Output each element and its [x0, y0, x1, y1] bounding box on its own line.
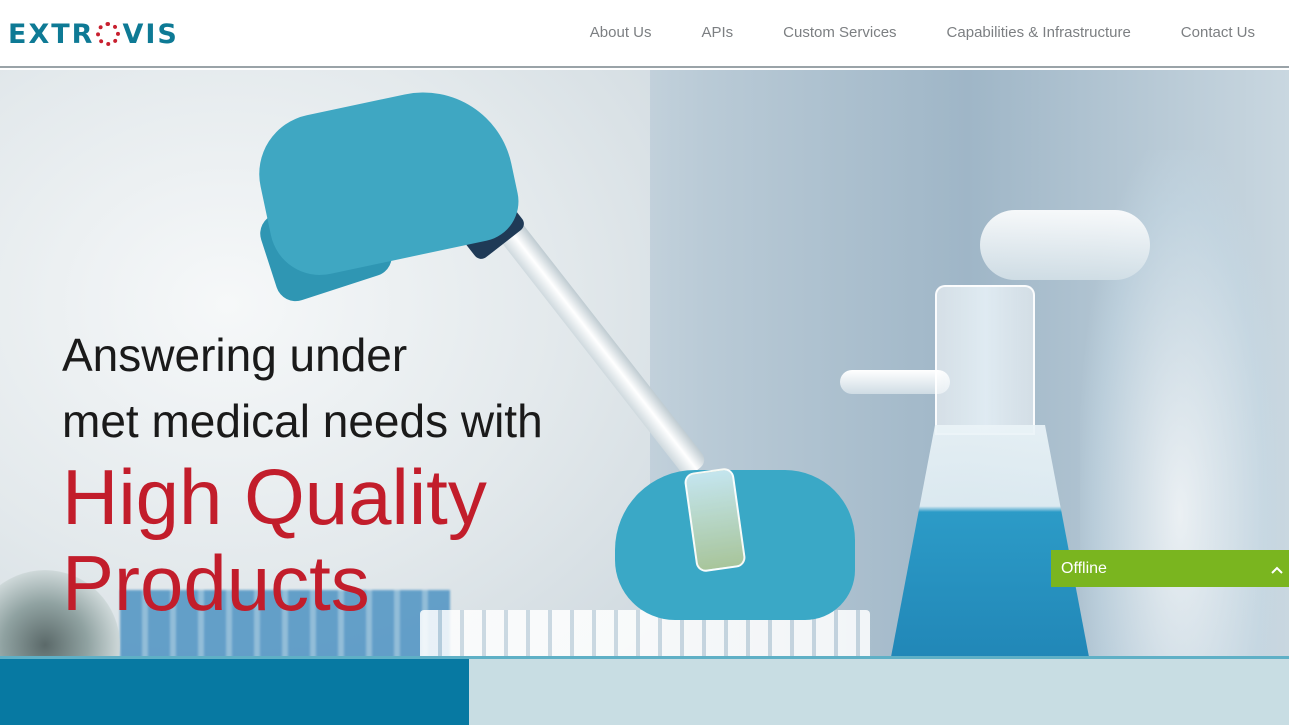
flask-body — [880, 425, 1100, 656]
logo-ring-icon — [96, 22, 121, 46]
chat-widget-tab[interactable]: Offline — [1051, 550, 1289, 587]
nav-item-capabilities[interactable]: Capabilities & Infrastructure — [922, 24, 1156, 41]
flask-arm — [840, 370, 950, 394]
nav-item-contact-us[interactable]: Contact Us — [1156, 24, 1255, 41]
nav-item-about-us[interactable]: About Us — [565, 24, 677, 41]
hero-line-2: met medical needs with — [62, 395, 543, 447]
flask-neck — [935, 285, 1035, 435]
hero-line-1: Answering under — [62, 329, 408, 381]
nav-item-custom-services[interactable]: Custom Services — [758, 24, 921, 41]
hero-accent-2: Products — [62, 539, 370, 627]
stopcock-image — [980, 210, 1150, 280]
section-panel-left — [0, 659, 469, 725]
extrovis-logo[interactable]: EXTR VIS — [8, 18, 179, 50]
site-header: EXTR VIS About Us APIs Custom Services C… — [0, 0, 1289, 68]
erlenmeyer-flask-image — [840, 285, 1100, 656]
hero-headline: Answering under met medical needs with H… — [62, 322, 543, 626]
logo-text-left: EXTR — [8, 18, 95, 50]
chevron-up-icon[interactable] — [1271, 561, 1283, 577]
hero-accent-1: High Quality — [62, 453, 487, 541]
main-nav: About Us APIs Custom Services Capabiliti… — [565, 24, 1255, 41]
logo-text-right: VIS — [122, 18, 179, 50]
nav-item-apis[interactable]: APIs — [676, 24, 758, 41]
chat-status: Offline — [1061, 559, 1107, 577]
